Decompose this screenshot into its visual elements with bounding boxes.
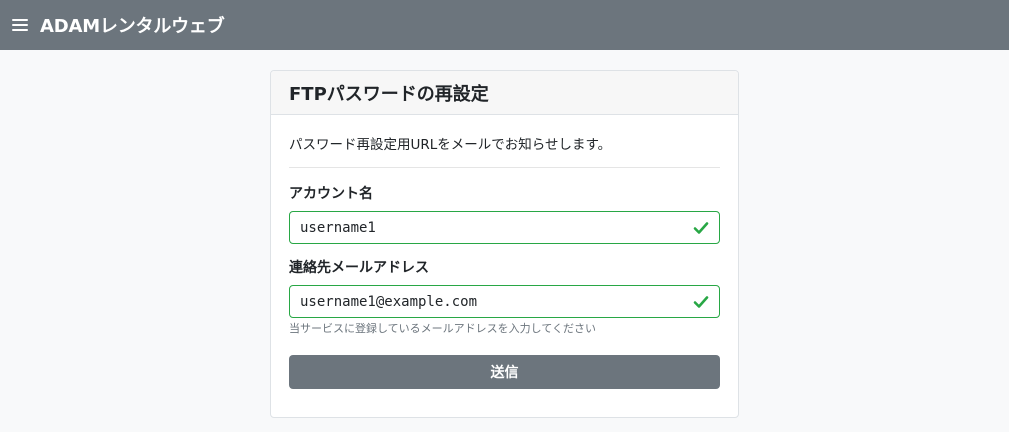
contact-email-input[interactable] (300, 293, 680, 310)
account-name-input[interactable] (300, 219, 680, 236)
card-body: パスワード再設定用URLをメールでお知らせします。 アカウント名 連絡先メールア… (271, 136, 738, 389)
submit-button[interactable]: 送信 (289, 355, 720, 389)
brand-title[interactable]: ADAMレンタルウェブ (40, 12, 225, 38)
hamburger-menu-icon[interactable] (12, 14, 28, 36)
check-icon (693, 296, 709, 308)
account-name-field-wrapper (289, 211, 720, 244)
password-reset-card: FTPパスワードの再設定 パスワード再設定用URLをメールでお知らせします。 ア… (270, 70, 739, 418)
contact-email-field-wrapper (289, 285, 720, 318)
description-text: パスワード再設定用URLをメールでお知らせします。 (289, 137, 612, 153)
top-navbar: ADAMレンタルウェブ (0, 0, 1009, 50)
account-name-label: アカウント名 (289, 186, 373, 202)
card-title: FTPパスワードの再設定 (271, 71, 738, 115)
contact-email-label: 連絡先メールアドレス (289, 260, 429, 276)
check-icon (693, 222, 709, 234)
email-help-text: 当サービスに登録しているメールアドレスを入力してください (289, 322, 597, 335)
divider (289, 167, 720, 168)
